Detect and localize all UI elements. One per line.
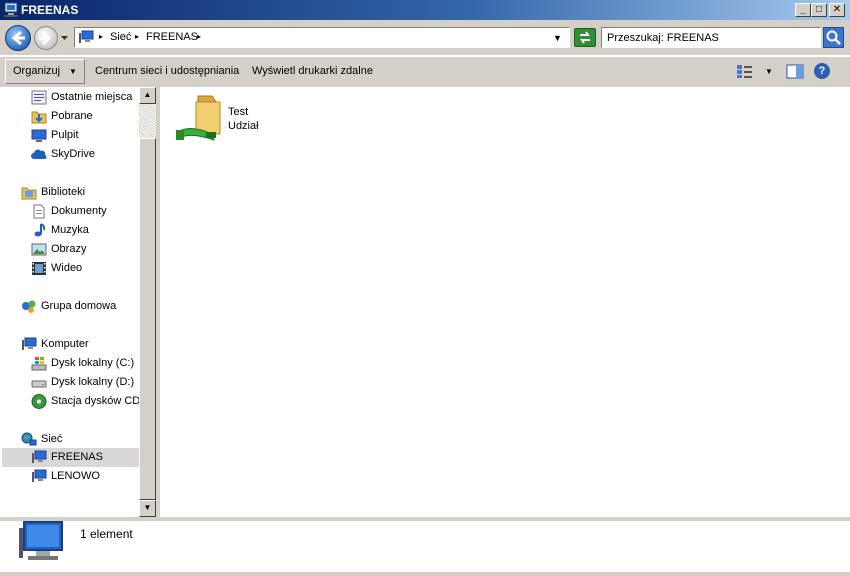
arrow-left-icon [11,30,25,46]
nav-item-music[interactable]: Muzyka [0,221,139,240]
network-computer-icon [32,469,47,482]
nav-item-drive-d[interactable]: Dysk lokalny (D:) [0,373,139,392]
item-name: Test [228,106,249,118]
nav-label: Wideo [51,262,83,274]
nav-item-freenas[interactable]: FREENAS [0,448,139,467]
nav-label: Pobrane [51,110,93,122]
cloud-icon [31,149,47,160]
scroll-up-button[interactable]: ▲ [139,87,156,104]
downloads-folder-icon [31,111,47,124]
breadcrumb-separator-icon[interactable]: ▸ [135,32,139,41]
nav-label: Dysk lokalny (C:) [51,357,135,369]
nav-label: Biblioteki [41,186,86,198]
maximize-button[interactable]: □ [811,3,827,17]
window-title: FREENAS [21,3,79,17]
organize-label: Organizuj [13,65,61,77]
refresh-button[interactable] [574,28,596,47]
nav-item-skydrive[interactable]: SkyDrive [0,145,139,164]
item-count: 1 element [80,527,133,541]
nav-label: Muzyka [51,224,89,236]
network-computer-icon [4,2,18,17]
search-button[interactable] [823,27,844,48]
scroll-thumb[interactable] [139,138,156,500]
bottom-edge [0,572,850,576]
computer-icon [22,337,37,350]
shared-folder-icon [176,95,221,141]
nav-item-lenowo[interactable]: LENOWO [0,467,139,486]
change-view-icon[interactable] [736,64,753,79]
nav-item-desktop[interactable]: Pulpit [0,126,139,145]
nav-label: Obrazy [51,243,87,255]
network-computer-icon [32,450,47,463]
scroll-track[interactable] [139,104,156,138]
recent-pages-dropdown-icon[interactable] [60,33,69,43]
search-placeholder: Przeszukaj: FREENAS [607,32,719,44]
recent-places-icon [31,90,47,105]
nav-item-homegroup[interactable]: Grupa domowa [0,297,139,316]
forward-button[interactable] [34,26,58,50]
nav-label: Dokumenty [51,205,107,217]
nav-item-pictures[interactable]: Obrazy [0,240,139,259]
video-film-icon [32,262,46,275]
nav-label: Ostatnie miejsca [51,91,133,103]
network-globe-icon [21,432,37,446]
nav-item-libraries[interactable]: Biblioteki [0,183,139,202]
nav-label: Dysk lokalny (D:) [51,376,135,388]
breadcrumb-separator-icon[interactable]: ▸ [197,32,201,41]
search-icon [826,30,841,45]
nav-label: Sieć [41,433,63,445]
breadcrumb-separator-icon[interactable]: ▸ [99,32,103,41]
nav-label: Komputer [41,338,89,350]
scroll-down-button[interactable]: ▼ [139,500,156,517]
homegroup-icon [22,300,36,313]
network-center-button[interactable]: Centrum sieci i udostępniania [95,65,239,77]
nav-label: SkyDrive [51,148,96,160]
share-item[interactable]: Test Udział [176,94,266,144]
nav-item-drive-c[interactable]: Dysk lokalny (C:) [0,354,139,373]
title-bar[interactable] [0,0,850,20]
nav-item-documents[interactable]: Dokumenty [0,202,139,221]
network-location-icon [79,30,94,43]
computer-icon [19,521,63,560]
breadcrumb-network[interactable]: Sieć [110,31,131,43]
details-pane [0,517,850,576]
nav-label: FREENAS [51,451,103,463]
nav-item-network[interactable]: Sieć [0,430,139,449]
refresh-icon [580,31,590,44]
view-dropdown-icon[interactable]: ▼ [765,67,773,76]
item-type: Udział [228,120,259,132]
libraries-folder-icon [21,187,37,200]
cd-drive-icon [31,394,47,409]
nav-item-computer[interactable]: Komputer [0,335,139,354]
nav-item-recent[interactable]: Ostatnie miejsca [0,88,139,107]
organize-dropdown-icon: ▼ [69,67,77,76]
windows-drive-icon [31,357,47,371]
picture-icon [31,243,47,256]
document-icon [33,204,45,219]
back-button[interactable] [5,25,31,51]
minimize-button[interactable]: _ [795,3,811,17]
breadcrumb-freenas[interactable]: FREENAS [146,31,198,43]
nav-item-video[interactable]: Wideo [0,259,139,278]
music-note-icon [34,223,46,237]
hard-drive-icon [31,380,47,388]
nav-label: Pulpit [51,129,79,141]
nav-item-cd-drive[interactable]: Stacja dysków CD [0,392,141,411]
remote-printers-button[interactable]: Wyświetl drukarki zdalne [252,65,373,77]
address-dropdown-icon[interactable]: ▼ [553,33,562,43]
desktop-icon [31,129,47,142]
arrow-right-icon [39,30,52,46]
file-list-area[interactable] [160,87,850,517]
close-button[interactable]: ✕ [829,3,845,17]
nav-item-downloads[interactable]: Pobrane [0,107,139,126]
nav-label: Grupa domowa [41,300,117,312]
preview-pane-icon[interactable] [786,64,804,79]
help-icon[interactable]: ? [814,63,830,79]
nav-label: LENOWO [51,470,100,482]
nav-label: Stacja dysków CD [51,395,141,407]
